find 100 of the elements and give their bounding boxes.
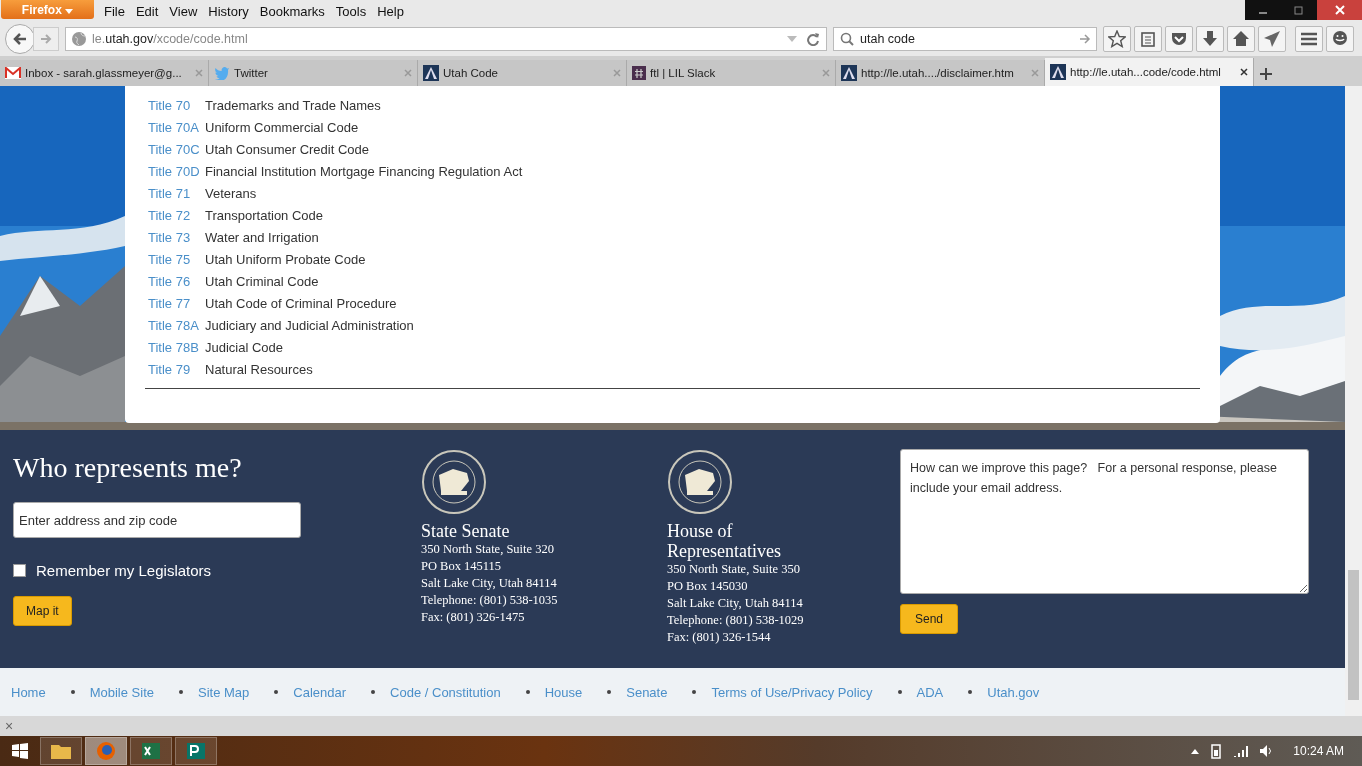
address-line: 350 North State, Suite 320 — [421, 541, 555, 558]
bullet-icon — [371, 690, 376, 694]
title-link[interactable]: Title 70D — [145, 163, 205, 179]
address-line: Salt Lake City, Utah 84114 — [421, 575, 558, 592]
footer-link[interactable]: Senate — [626, 684, 668, 700]
scrollbar[interactable] — [1345, 86, 1362, 716]
download-icon[interactable] — [1196, 26, 1224, 52]
address-line: Telephone: (801) 538-1035 — [421, 592, 559, 609]
address-line: PO Box 145030 — [667, 578, 749, 595]
taskbar-app[interactable] — [130, 737, 172, 765]
title-link[interactable]: Title 76 — [145, 273, 205, 289]
title-link[interactable]: Title 75 — [145, 251, 205, 267]
caret-icon[interactable] — [1191, 748, 1200, 754]
close-icon[interactable] — [1317, 0, 1362, 20]
firefox-menu-button[interactable]: Firefox — [1, 0, 94, 19]
send-button[interactable]: Send — [900, 604, 959, 634]
send-icon[interactable] — [1258, 26, 1286, 52]
menu-item[interactable]: Edit — [135, 3, 159, 19]
seal-icon — [421, 449, 487, 515]
address-line: Telephone: (801) 538-1029 — [667, 612, 805, 629]
browser-tab[interactable]: ftl | LIL Slack — [627, 60, 836, 86]
close-icon[interactable]: × — [5, 718, 14, 734]
pocket-icon[interactable] — [1165, 26, 1193, 52]
footer-link[interactable]: Home — [11, 684, 46, 700]
footer-link[interactable]: Mobile Site — [89, 684, 154, 700]
title-link[interactable]: Title 78B — [145, 339, 205, 355]
checkbox[interactable] — [13, 564, 26, 577]
title-link[interactable]: Title 78A — [145, 317, 205, 333]
chamber-name: State Senate — [421, 521, 511, 541]
bullet-icon — [607, 690, 612, 694]
footer-link[interactable]: House — [544, 684, 583, 700]
browser-tab[interactable]: Twitter — [209, 60, 418, 86]
footer-link[interactable]: Calendar — [293, 684, 347, 700]
browser-tab[interactable]: http://le.utah...code/code.html — [1045, 58, 1254, 86]
speaker-icon[interactable] — [1259, 744, 1274, 758]
title-name: Utah Consumer Credit Code — [205, 141, 370, 157]
menu-item[interactable]: History — [208, 3, 249, 19]
title-name: Uniform Commercial Code — [205, 119, 359, 135]
clock[interactable]: 10:24 AM — [1293, 744, 1344, 758]
tab-close-icon[interactable] — [1240, 68, 1248, 76]
home-icon[interactable] — [1227, 26, 1255, 52]
bullet-icon — [179, 690, 183, 694]
bullet-icon — [692, 690, 697, 694]
footer-link[interactable]: Site Map — [198, 684, 250, 700]
menu-item[interactable]: Bookmarks — [259, 3, 325, 19]
title-link[interactable]: Title 70A — [145, 119, 205, 135]
search-field[interactable]: utah code — [833, 27, 1097, 51]
taskbar-app[interactable] — [175, 737, 217, 765]
taskbar-app[interactable] — [40, 737, 82, 765]
title-link[interactable]: Title 71 — [145, 185, 205, 201]
battery-icon[interactable] — [1209, 743, 1224, 759]
firefox-icon — [95, 741, 117, 761]
title-link[interactable]: Title 77 — [145, 295, 205, 311]
title-name: Water and Irrigation — [205, 229, 319, 245]
chat-icon[interactable] — [1326, 26, 1354, 52]
address-line: Fax: (801) 326-1544 — [667, 629, 772, 646]
title-link[interactable]: Title 79 — [145, 361, 205, 377]
title-link[interactable]: Title 70 — [145, 97, 205, 113]
title-link[interactable]: Title 72 — [145, 207, 205, 223]
bullet-icon — [525, 690, 530, 694]
menu-item[interactable]: File — [104, 3, 125, 19]
clipboard-icon[interactable] — [1134, 26, 1162, 52]
mail-icon — [5, 67, 21, 79]
menu-icon[interactable] — [1295, 26, 1323, 52]
back-icon[interactable] — [5, 24, 35, 54]
title-name: Transportation Code — [205, 207, 324, 223]
browser-tab[interactable]: Utah Code — [418, 60, 627, 86]
title-name: Utah Code of Criminal Procedure — [205, 295, 397, 311]
address-bar[interactable]: le.utah.gov/xcode/code.html — [65, 27, 827, 51]
address-field[interactable]: Enter address and zip code — [13, 502, 301, 538]
title-name: Judiciary and Judicial Administration — [205, 317, 414, 333]
menu-item[interactable]: View — [169, 3, 198, 19]
footer-link[interactable]: Code / Constitution — [390, 684, 501, 700]
menu-item[interactable]: Tools — [335, 3, 367, 19]
title-name: Financial Institution Mortgage Financing Regulation Act — [205, 163, 523, 179]
address-line: 350 North State, Suite 350 — [667, 561, 801, 578]
search-icon — [840, 32, 854, 46]
title-link[interactable]: Title 73 — [145, 229, 205, 245]
address-line: Fax: (801) 326-1475 — [421, 609, 526, 626]
excel-icon — [140, 741, 162, 761]
menu-item[interactable]: Help — [377, 3, 404, 19]
bullet-icon — [968, 690, 973, 694]
title-name: Trademarks and Trade Names — [205, 97, 381, 113]
minimize-icon[interactable] — [1245, 0, 1281, 20]
bullet-icon — [70, 690, 75, 694]
footer-link[interactable]: Utah.gov — [987, 684, 1040, 700]
footer-link[interactable]: ADA — [916, 684, 944, 700]
caret-icon — [65, 8, 74, 14]
title-link[interactable]: Title 70C — [145, 141, 205, 157]
footer-link[interactable]: Terms of Use/Privacy Policy — [711, 684, 873, 700]
checkbox-label: Remember my Legislators — [36, 562, 212, 579]
title-name: Utah Criminal Code — [205, 273, 319, 289]
arrow-icon[interactable] — [1079, 33, 1091, 45]
map-it-button[interactable]: Map it — [13, 596, 72, 626]
title-name: Utah Uniform Probate Code — [205, 251, 366, 267]
browser-tab[interactable]: http://le.utah..../disclaimer.htm — [836, 60, 1045, 86]
feedback-field[interactable]: How can we improve this page? For a personal response, please include your email address. — [900, 449, 1309, 594]
signal-icon[interactable] — [1233, 745, 1250, 757]
browser-tab[interactable]: Inbox - sarah.glassmeyer@g... — [0, 60, 209, 86]
seal-icon — [667, 449, 733, 515]
